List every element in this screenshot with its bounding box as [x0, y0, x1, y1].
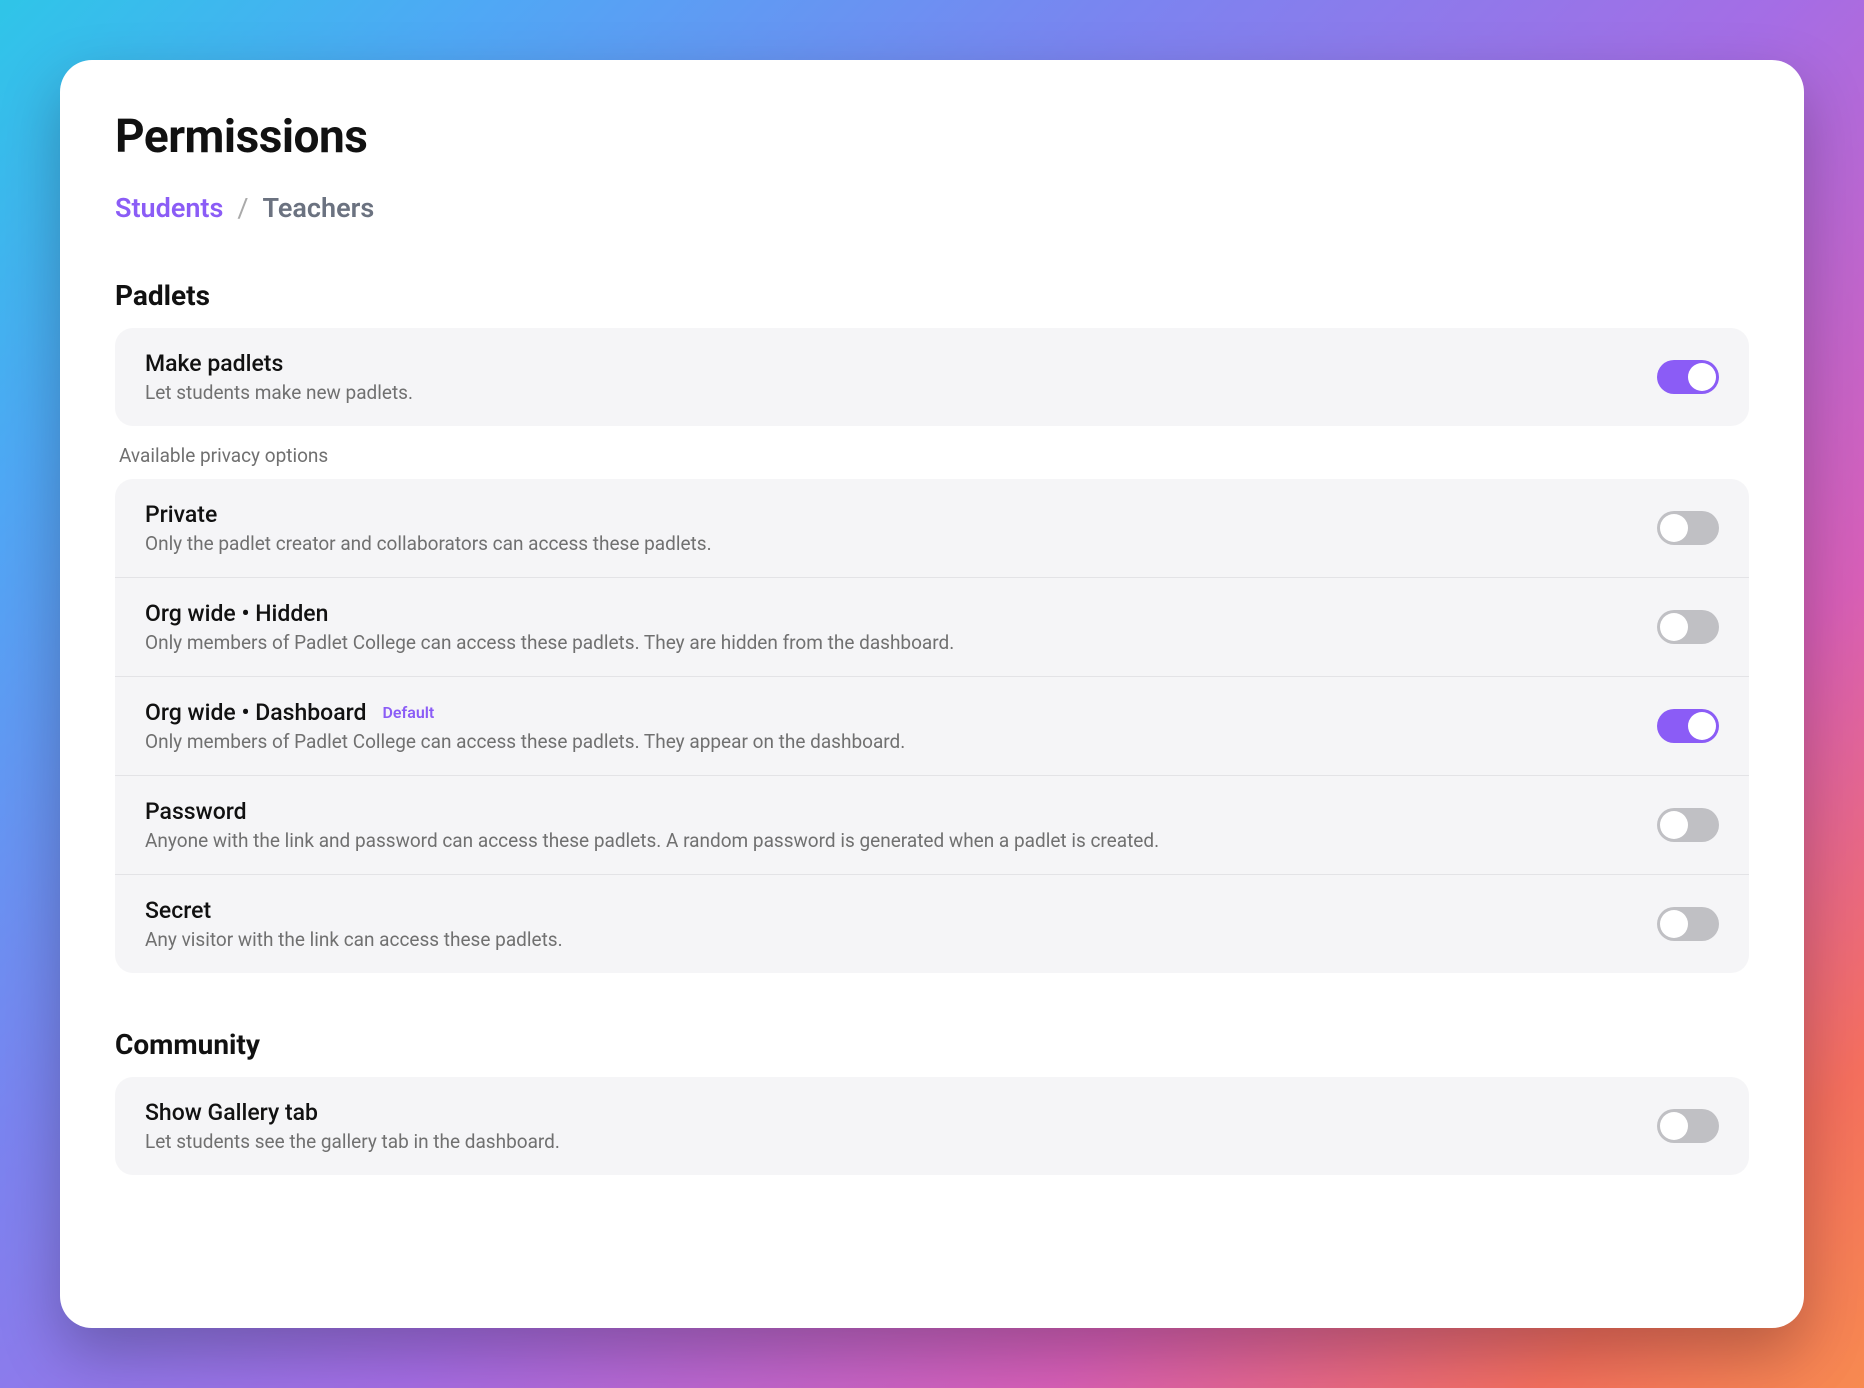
option-desc: Let students make new padlets.: [145, 381, 1657, 404]
tab-separator: /: [237, 192, 248, 224]
tab-students[interactable]: Students: [115, 192, 223, 224]
toggle-knob: [1660, 910, 1688, 938]
toggle-org-hidden[interactable]: [1657, 610, 1719, 644]
toggle-knob: [1660, 613, 1688, 641]
option-title: Show Gallery tab: [145, 1099, 1657, 1126]
option-title: Org wide • Hidden: [145, 600, 1657, 627]
toggle-knob: [1688, 712, 1716, 740]
option-desc: Anyone with the link and password can ac…: [145, 829, 1657, 852]
privacy-row-org-hidden: Org wide • Hidden Only members of Padlet…: [115, 578, 1749, 677]
option-title: Make padlets: [145, 350, 1657, 377]
option-desc: Only members of Padlet College can acces…: [145, 631, 1657, 654]
privacy-list: Private Only the padlet creator and coll…: [115, 479, 1749, 973]
option-desc: Any visitor with the link can access the…: [145, 928, 1657, 951]
settings-card: Permissions Students / Teachers Padlets …: [60, 60, 1804, 1328]
option-title: Org wide • Dashboard: [145, 699, 367, 726]
privacy-row-private: Private Only the padlet creator and coll…: [115, 479, 1749, 578]
option-title: Private: [145, 501, 1657, 528]
default-badge: Default: [383, 703, 435, 722]
toggle-knob: [1660, 811, 1688, 839]
toggle-knob: [1688, 363, 1716, 391]
page-title: Permissions: [115, 110, 1749, 164]
option-title: Secret: [145, 897, 1657, 924]
toggle-private[interactable]: [1657, 511, 1719, 545]
toggle-knob: [1660, 514, 1688, 542]
toggle-knob: [1660, 1112, 1688, 1140]
tabs: Students / Teachers: [115, 192, 1749, 224]
toggle-secret[interactable]: [1657, 907, 1719, 941]
option-desc: Only the padlet creator and collaborator…: [145, 532, 1657, 555]
option-title: Password: [145, 798, 1657, 825]
privacy-row-org-dashboard: Org wide • Dashboard Default Only member…: [115, 677, 1749, 776]
privacy-subheading: Available privacy options: [115, 444, 1749, 467]
tab-teachers[interactable]: Teachers: [263, 192, 375, 224]
toggle-org-dashboard[interactable]: [1657, 709, 1719, 743]
option-make-padlets: Make padlets Let students make new padle…: [115, 328, 1749, 426]
option-show-gallery: Show Gallery tab Let students see the ga…: [115, 1077, 1749, 1175]
toggle-show-gallery[interactable]: [1657, 1109, 1719, 1143]
option-desc: Only members of Padlet College can acces…: [145, 730, 1657, 753]
section-heading-community: Community: [115, 1028, 1749, 1061]
privacy-row-password: Password Anyone with the link and passwo…: [115, 776, 1749, 875]
privacy-row-secret: Secret Any visitor with the link can acc…: [115, 875, 1749, 973]
section-heading-padlets: Padlets: [115, 279, 1749, 312]
toggle-password[interactable]: [1657, 808, 1719, 842]
toggle-make-padlets[interactable]: [1657, 360, 1719, 394]
option-desc: Let students see the gallery tab in the …: [145, 1130, 1657, 1153]
